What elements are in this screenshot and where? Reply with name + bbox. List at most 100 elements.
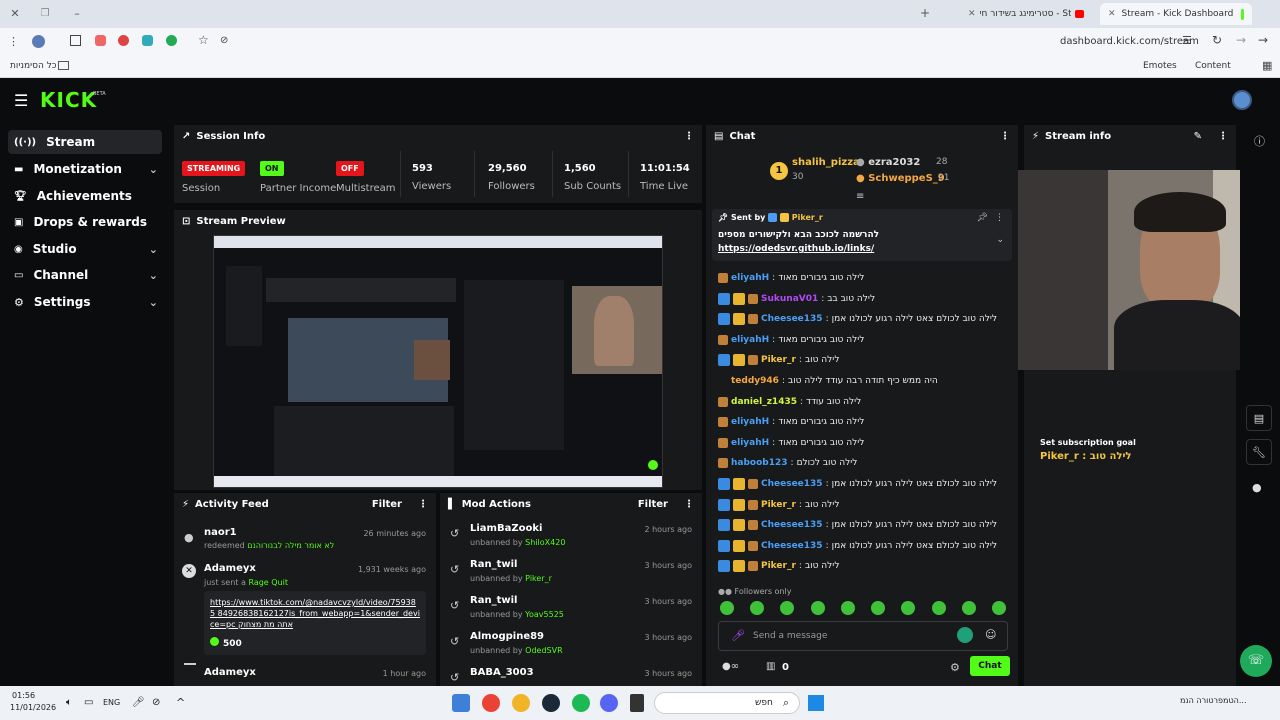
mod-target-user[interactable]: BABA_3003 bbox=[470, 667, 534, 678]
mic-icon[interactable]: 🎤︎ bbox=[731, 629, 745, 642]
sidebar-item-achievements[interactable]: 🏆︎ Achievements bbox=[8, 184, 162, 208]
apps-grid-icon[interactable]: ▦ bbox=[1262, 59, 1272, 72]
emote-icon[interactable] bbox=[840, 601, 855, 615]
filter-button[interactable]: Filter bbox=[638, 499, 668, 510]
mic-icon[interactable]: 🎤︎ bbox=[132, 697, 145, 708]
emote-icon[interactable] bbox=[720, 601, 734, 615]
emote-icon[interactable] bbox=[961, 601, 976, 615]
weather-widget[interactable]: הטמפרטורה הנמ... bbox=[1180, 696, 1247, 705]
top-gifter-name[interactable]: shalih_pizza bbox=[792, 157, 860, 168]
emote-icon[interactable] bbox=[871, 601, 886, 615]
extension-icon[interactable] bbox=[142, 35, 153, 46]
pinned-link[interactable]: https://odedsvr.github.io/links/ bbox=[718, 244, 874, 254]
spotify-icon[interactable] bbox=[572, 694, 590, 712]
chat-username[interactable]: Cheesee135 bbox=[761, 479, 823, 489]
steam-icon[interactable] bbox=[542, 694, 560, 712]
windows-start-icon[interactable] bbox=[808, 695, 824, 711]
activity-user[interactable]: naor1 bbox=[204, 527, 237, 538]
mod-target-user[interactable]: Ran_twil bbox=[470, 595, 517, 606]
emote-icon[interactable] bbox=[991, 601, 1006, 615]
sidebar-item-stream[interactable]: ((·)) Stream bbox=[8, 130, 162, 154]
mod-target-user[interactable]: Almogpine89 bbox=[470, 631, 544, 642]
emote-icon[interactable] bbox=[750, 601, 765, 615]
back-icon[interactable]: → bbox=[1258, 33, 1268, 47]
collapse-icon[interactable]: ≡ bbox=[856, 191, 864, 202]
filter-button[interactable]: Filter bbox=[372, 499, 402, 510]
clock-date[interactable]: 11/01/2026 bbox=[10, 703, 56, 712]
pin-icon[interactable]: 📌︎ bbox=[977, 213, 988, 223]
chevron-down-icon[interactable]: ⌄ bbox=[996, 235, 1004, 245]
chat-username[interactable]: eliyahH bbox=[731, 273, 769, 283]
obs-icon[interactable] bbox=[630, 694, 644, 712]
chat-username[interactable]: Piker_r bbox=[761, 561, 796, 571]
restore-window-icon[interactable]: ❐ bbox=[38, 6, 52, 20]
emoji-icon[interactable]: ☺ bbox=[985, 628, 996, 641]
chat-username[interactable]: Cheesee135 bbox=[761, 314, 823, 324]
reload-icon[interactable]: ↻ bbox=[1212, 33, 1222, 47]
extension-icon[interactable] bbox=[70, 35, 81, 46]
more-options-icon[interactable]: ⋮ bbox=[995, 213, 1004, 223]
gear-icon[interactable]: ⚙ bbox=[950, 661, 960, 674]
menu-dots-icon[interactable]: ⋮ bbox=[8, 35, 19, 48]
grammar-icon[interactable] bbox=[957, 627, 973, 643]
chat-input[interactable]: 🎤︎ Send a message ☺ bbox=[718, 621, 1008, 651]
chat-username[interactable]: SukunaV01 bbox=[761, 294, 818, 304]
volume-icon[interactable]: 🔈︎ bbox=[66, 697, 72, 708]
profile-icon[interactable] bbox=[32, 35, 45, 48]
chat-username[interactable]: Piker_r bbox=[761, 500, 796, 510]
wrench-icon[interactable]: 🔧︎ bbox=[1246, 439, 1272, 465]
chrome-icon[interactable] bbox=[482, 694, 500, 712]
more-options-icon[interactable]: ⋮ bbox=[684, 131, 694, 142]
new-tab-icon[interactable]: + bbox=[920, 6, 930, 20]
chat-username[interactable]: daniel_z1435 bbox=[731, 397, 797, 407]
chat-username[interactable]: eliyahH bbox=[731, 417, 769, 427]
minimize-window-icon[interactable]: – bbox=[70, 6, 84, 20]
emote-icon[interactable] bbox=[810, 601, 825, 615]
kick-logo[interactable]: KICK bbox=[40, 88, 97, 112]
activity-user[interactable]: Adameyx bbox=[204, 667, 256, 678]
tab-youtube-studio[interactable]: ✕ סטרימינג בשידור חי - Studio bbox=[960, 3, 1092, 25]
bookmark-content[interactable]: Content bbox=[1195, 61, 1231, 71]
app-icon[interactable] bbox=[452, 694, 470, 712]
bookmark-star-icon[interactable]: ☆ bbox=[198, 33, 209, 47]
network-icon[interactable]: ▭ bbox=[84, 697, 93, 708]
close-window-icon[interactable]: ✕ bbox=[8, 6, 22, 20]
language-indicator[interactable]: ENG bbox=[103, 698, 120, 707]
chevron-up-icon[interactable]: ^ bbox=[176, 696, 185, 709]
bookmark-emotes[interactable]: Emotes bbox=[1143, 61, 1177, 71]
sidebar-item-studio[interactable]: ◉ Studio ⌄ bbox=[8, 237, 162, 261]
extension-icon[interactable] bbox=[118, 35, 129, 46]
layout-icon[interactable]: ▤ bbox=[1246, 405, 1272, 431]
sidebar-item-monetization[interactable]: ▬ Monetization ⌄ bbox=[8, 157, 162, 181]
clock-time[interactable]: 01:56 bbox=[12, 691, 35, 700]
all-bookmarks[interactable]: כל הסימניות bbox=[10, 61, 57, 71]
info-icon[interactable]: ⓘ bbox=[1254, 133, 1265, 149]
avatar[interactable] bbox=[1232, 90, 1252, 110]
chat-username[interactable]: eliyahH bbox=[731, 335, 769, 345]
chat-username[interactable]: teddy946 bbox=[731, 376, 779, 386]
sidebar-item-drops[interactable]: ▣ Drops & rewards bbox=[8, 210, 162, 234]
mod-target-user[interactable]: Ran_twil bbox=[470, 559, 517, 570]
edit-icon[interactable]: ✎ bbox=[1194, 131, 1202, 142]
discord-icon[interactable] bbox=[600, 694, 618, 712]
support-chat-icon[interactable]: ☏ bbox=[1240, 645, 1272, 677]
chat-settings-icons[interactable]: ●∞ bbox=[722, 661, 739, 672]
emote-icon[interactable] bbox=[901, 601, 916, 615]
extension-icon[interactable] bbox=[95, 35, 106, 46]
site-settings-icon[interactable]: ☰ bbox=[1182, 34, 1192, 47]
chat-username[interactable]: Cheesee135 bbox=[761, 520, 823, 530]
forward-icon[interactable]: → bbox=[1236, 33, 1246, 47]
mod-target-user[interactable]: LiamBaZooki bbox=[470, 523, 542, 534]
sidebar-item-settings[interactable]: ⚙ Settings ⌄ bbox=[8, 290, 162, 314]
people-icon[interactable]: ● bbox=[1252, 481, 1262, 494]
tab-kick-dashboard[interactable]: ✕ Stream - Kick Dashboard bbox=[1100, 3, 1252, 25]
chat-username[interactable]: Cheesee135 bbox=[761, 541, 823, 551]
tab-close-icon[interactable]: ✕ bbox=[1108, 9, 1116, 19]
extension-icon[interactable] bbox=[166, 35, 177, 46]
sidebar-item-channel[interactable]: ▭ Channel ⌄ bbox=[8, 263, 162, 287]
no-tracking-icon[interactable]: ⊘ bbox=[220, 35, 228, 46]
gift-icon[interactable]: ▥ bbox=[766, 661, 775, 672]
taskbar-search[interactable]: חפש ⌕ bbox=[654, 692, 800, 714]
emote-icon[interactable] bbox=[931, 601, 946, 615]
no-camera-icon[interactable]: ⊘ bbox=[152, 697, 160, 708]
